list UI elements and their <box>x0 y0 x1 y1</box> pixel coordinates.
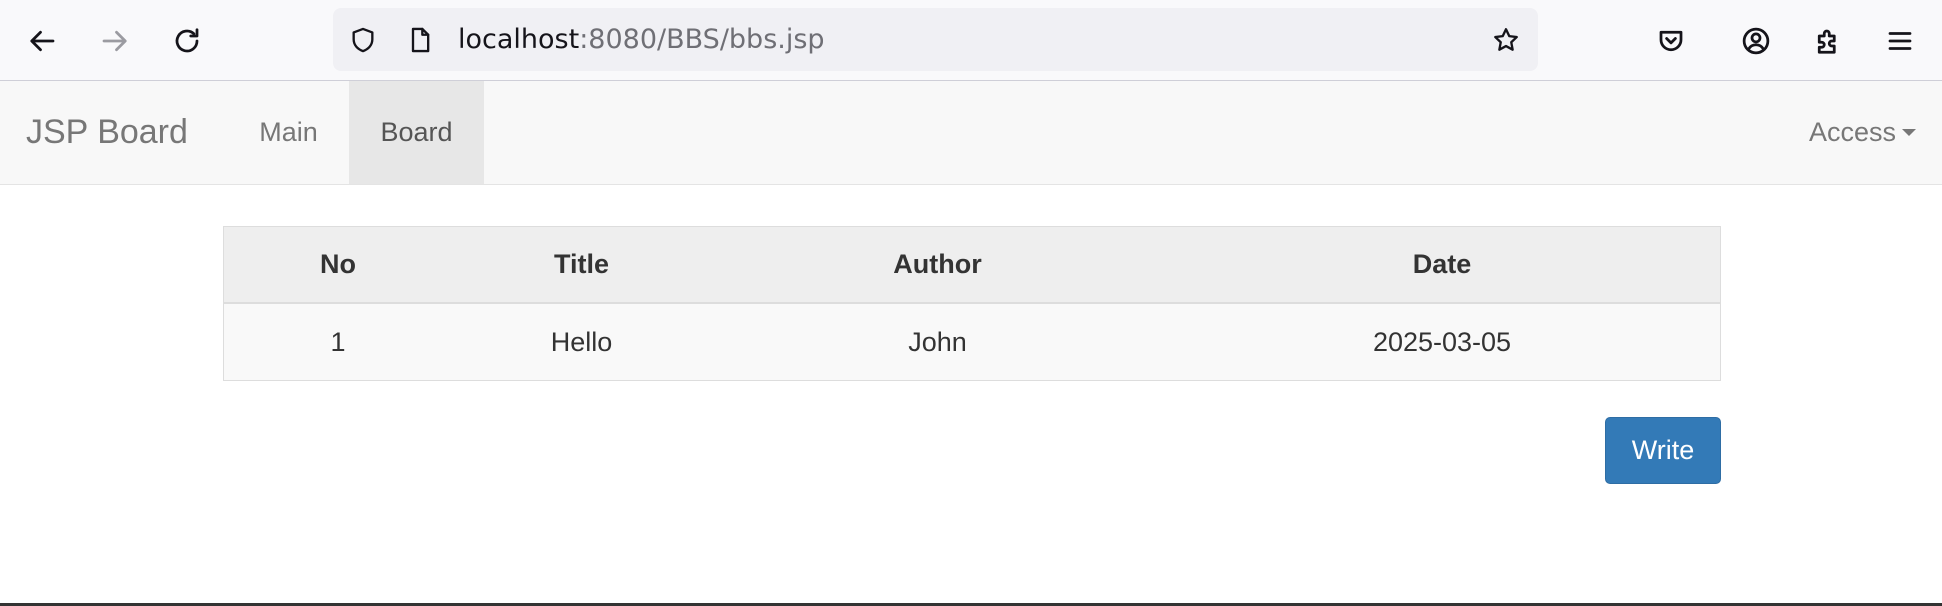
brand-link[interactable]: JSP Board <box>26 81 188 184</box>
forward-button[interactable] <box>90 17 138 65</box>
url-host: localhost <box>458 24 580 55</box>
write-button[interactable]: Write <box>1605 417 1721 484</box>
table-header-row: No Title Author Date <box>223 226 1721 304</box>
puzzle-icon <box>1817 29 1836 54</box>
page-info-icon[interactable] <box>403 23 437 57</box>
hamburger-menu-icon <box>1888 32 1912 50</box>
column-header-author: Author <box>711 226 1164 304</box>
cell-date: 2025-03-05 <box>1164 303 1721 381</box>
pocket-icon <box>1659 30 1683 52</box>
browser-toolbar: localhost:8080/BBS/bbs.jsp <box>0 0 1942 81</box>
cell-no: 1 <box>223 303 452 381</box>
account-button[interactable] <box>1732 17 1780 65</box>
arrow-left-icon <box>30 30 55 52</box>
extensions-button[interactable] <box>1804 17 1852 65</box>
cell-author: John <box>711 303 1164 381</box>
cell-title[interactable]: Hello <box>452 303 711 381</box>
menu-button[interactable] <box>1876 17 1924 65</box>
board-table: No Title Author Date 1 Hello John 2025-0… <box>223 226 1721 381</box>
column-header-date: Date <box>1164 226 1721 304</box>
caret-down-icon <box>1902 129 1916 136</box>
shield-icon[interactable] <box>346 23 380 57</box>
table-row[interactable]: 1 Hello John 2025-03-05 <box>223 303 1721 381</box>
bookmark-star-icon[interactable] <box>1489 23 1523 57</box>
reload-button[interactable] <box>163 17 211 65</box>
address-bar[interactable]: localhost:8080/BBS/bbs.jsp <box>333 8 1538 71</box>
pocket-button[interactable] <box>1647 17 1695 65</box>
url-path: :8080/BBS/bbs.jsp <box>579 24 825 55</box>
account-icon <box>1742 27 1770 55</box>
column-header-title: Title <box>452 226 711 304</box>
access-dropdown-label: Access <box>1808 117 1896 147</box>
site-navbar: JSP Board Main Board Access <box>0 81 1942 185</box>
column-header-no: No <box>223 226 452 304</box>
url-text: localhost:8080/BBS/bbs.jsp <box>458 8 825 71</box>
nav-item-board[interactable]: Board <box>349 81 484 184</box>
arrow-right-icon <box>102 30 127 52</box>
access-dropdown[interactable]: Access <box>1809 81 1916 184</box>
reload-icon <box>175 28 199 53</box>
back-button[interactable] <box>19 17 67 65</box>
nav-item-main[interactable]: Main <box>236 81 341 184</box>
